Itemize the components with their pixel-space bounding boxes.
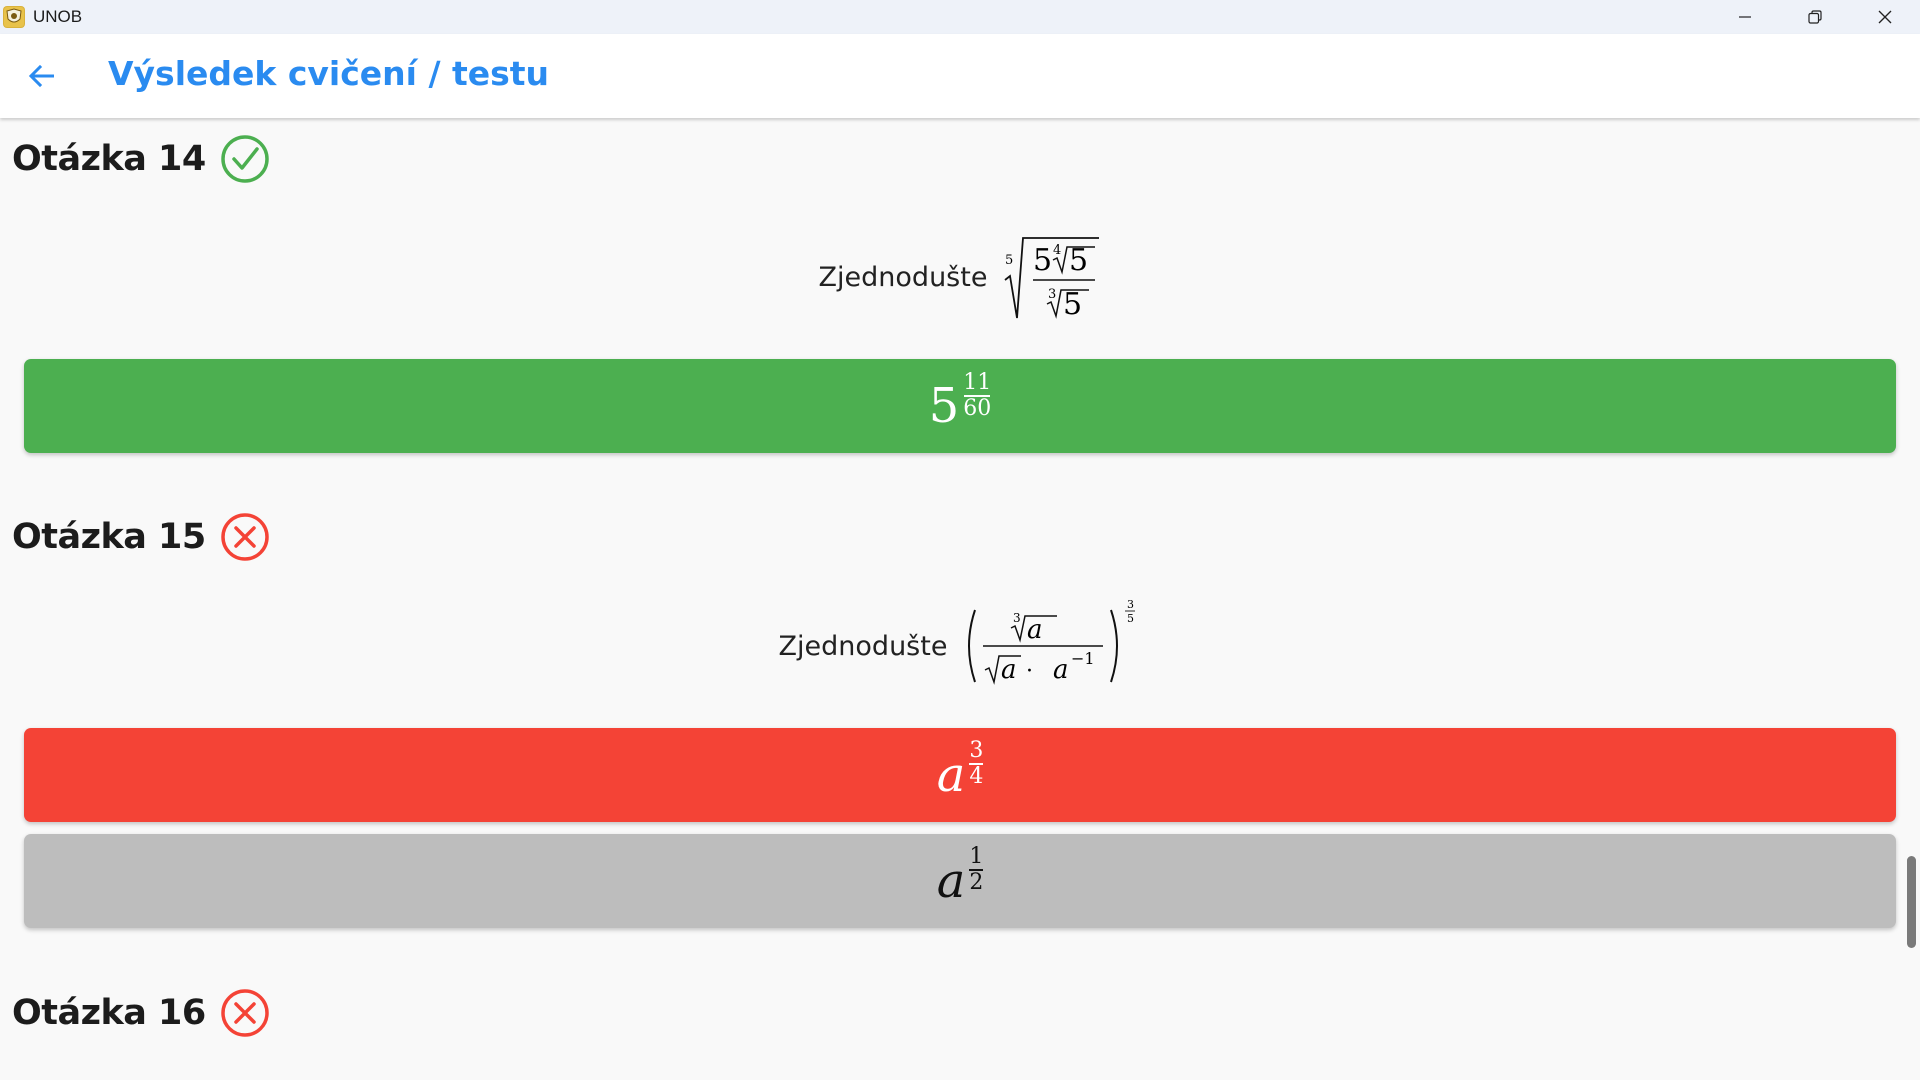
answer-math: 5 11 60	[928, 372, 992, 434]
math-expression: 5 5 4 5 3 5	[1004, 237, 1100, 322]
answer-option-wrong[interactable]: a 3 4	[24, 728, 1896, 822]
num-root-index: 4	[1053, 243, 1061, 258]
math-expression: 3 a a · a −1 3 5	[968, 598, 1136, 685]
den-radicand: a	[1001, 655, 1017, 685]
den-power-exp: −1	[1071, 649, 1095, 668]
app-header: Výsledek cvičení / testu	[0, 34, 1920, 118]
unob-crest-icon	[3, 6, 25, 28]
den-radicand: 5	[1063, 287, 1082, 322]
minimize-icon[interactable]	[1710, 0, 1780, 34]
den-root-index: 3	[1048, 287, 1056, 302]
question-prompt: Zjednodušte 3 a a · a −1 3 5	[0, 596, 1920, 696]
window-titlebar: UNOB	[0, 0, 1920, 34]
answer-base: a	[936, 747, 966, 803]
num-radicand: a	[1027, 615, 1043, 645]
answer-math: a 1 2	[936, 846, 984, 909]
answer-option-correct[interactable]: 5 11 60	[24, 359, 1896, 453]
question-title: Otázka 16	[12, 993, 206, 1033]
num-radicand: 5	[1069, 243, 1088, 278]
outer-exp-den: 5	[1127, 612, 1134, 625]
question-title: Otázka 14	[12, 139, 206, 179]
back-button[interactable]	[18, 52, 66, 100]
check-circle-icon	[221, 135, 269, 183]
den-power-base: a	[1053, 655, 1069, 685]
answer-exp-num: 3	[969, 738, 984, 764]
restore-icon[interactable]	[1780, 0, 1850, 34]
den-dot: ·	[1026, 659, 1033, 684]
answer-base: 5	[928, 378, 960, 434]
prompt-text: Zjednodušte	[778, 630, 948, 662]
question-header: Otázka 14	[12, 134, 270, 184]
answer-exp-den: 4	[969, 763, 984, 789]
question-prompt: Zjednodušte 5 5 4 5 3 5	[0, 222, 1920, 332]
answer-exp-num: 11	[963, 370, 992, 396]
x-circle-icon	[221, 989, 269, 1037]
page-title: Výsledek cvičení / testu	[108, 54, 550, 93]
answer-math: a 3 4	[936, 740, 984, 803]
outer-exp-num: 3	[1127, 598, 1134, 611]
question-header: Otázka 15	[12, 512, 270, 562]
question-header: Otázka 16	[12, 988, 270, 1038]
scrollbar-thumb[interactable]	[1907, 856, 1916, 948]
answer-exp-den: 60	[963, 395, 992, 421]
x-circle-icon	[221, 513, 269, 561]
answer-base: a	[936, 853, 966, 909]
num-root-index: 3	[1013, 611, 1021, 625]
answer-exp-num: 1	[969, 844, 984, 870]
answer-option-correct-answer[interactable]: a 1 2	[24, 834, 1896, 928]
window-title: UNOB	[33, 7, 83, 26]
answer-exp-den: 2	[969, 869, 984, 895]
results-list[interactable]: Otázka 14 Zjednodušte 5 5 4 5 3 5 5 11 6…	[0, 118, 1920, 1080]
prompt-text: Zjednodušte	[818, 261, 988, 293]
question-title: Otázka 15	[12, 517, 206, 557]
arrow-left-icon	[28, 64, 54, 88]
num-coeff: 5	[1033, 243, 1052, 278]
close-icon[interactable]	[1850, 0, 1920, 34]
outer-root-index: 5	[1005, 253, 1013, 268]
